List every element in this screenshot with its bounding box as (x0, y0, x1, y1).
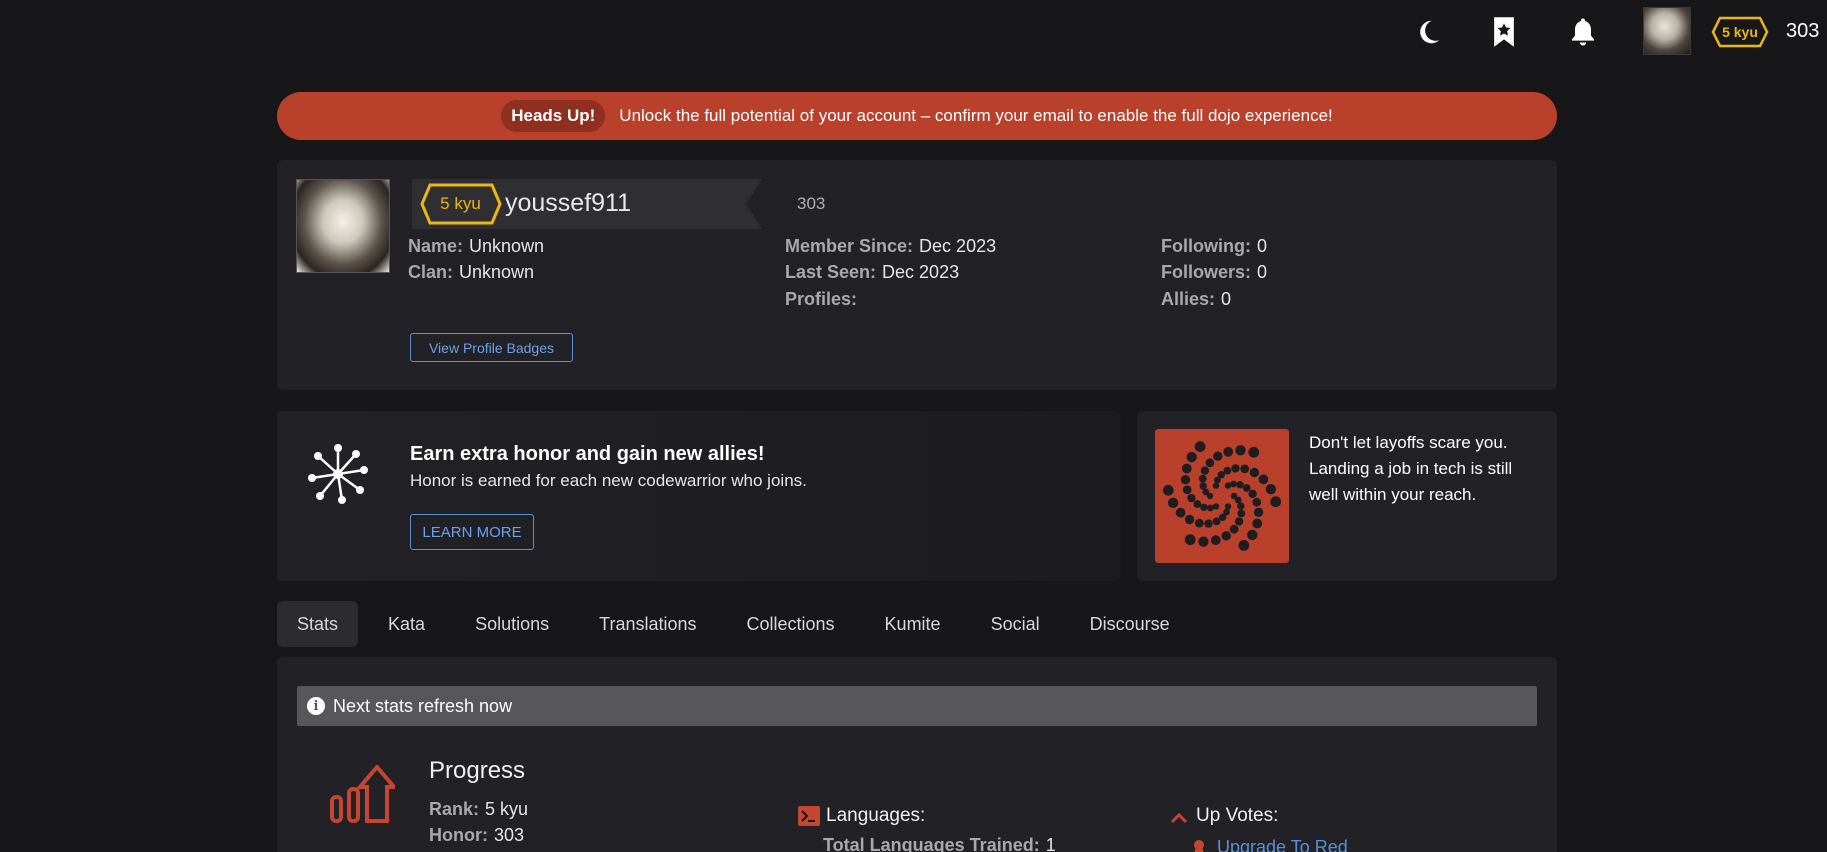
email-confirm-banner: Heads Up! Unlock the full potential of y… (277, 92, 1557, 140)
profile-tabs: Stats Kata Solutions Translations Collec… (277, 601, 1200, 647)
last-seen-stat: Last Seen: Dec 2023 (785, 262, 960, 282)
bell-icon[interactable] (1565, 14, 1601, 50)
honor-count: 303 (1786, 20, 1820, 42)
referral-subtitle: Honor is earned for each new codewarrior… (410, 471, 807, 490)
profile-rank-label: 5 kyu (440, 194, 481, 213)
moon-icon[interactable] (1410, 14, 1446, 50)
profile-avatar (296, 179, 390, 273)
tab-translations[interactable]: Translations (579, 601, 716, 647)
allies-stat: Allies: 0 (1161, 289, 1232, 309)
referral-card: Earn extra honor and gain new allies! Ho… (277, 411, 1121, 581)
rank-badge-label: 5 kyu (1722, 24, 1758, 40)
top-bar: 5 kyu 303 (0, 0, 1827, 66)
member-since-stat: Member Since: Dec 2023 (785, 236, 997, 256)
username: youssef911 (505, 189, 632, 217)
award-icon (1192, 839, 1206, 852)
profiles-stat: Profiles: (785, 289, 858, 309)
user-avatar[interactable] (1643, 7, 1691, 55)
info-icon: i (307, 697, 325, 715)
stats-panel: i Next stats refresh now Progress Rank: 5… (277, 657, 1557, 852)
network-icon (306, 442, 370, 506)
followers-stat: Followers: 0 (1161, 262, 1268, 282)
tab-discourse[interactable]: Discourse (1070, 601, 1190, 647)
profile-honor: 303 (797, 194, 826, 213)
bookmark-star-icon[interactable] (1486, 14, 1522, 50)
clan-stat: Clan: Unknown (408, 262, 535, 282)
chevron-up-icon (1170, 809, 1188, 824)
tab-kumite[interactable]: Kumite (865, 601, 961, 647)
tab-kata[interactable]: Kata (368, 601, 445, 647)
tab-solutions[interactable]: Solutions (455, 601, 569, 647)
honor-stat: Honor: 303 (429, 825, 525, 845)
upgrade-row: Upgrade To Red (1192, 837, 1348, 852)
tab-stats[interactable]: Stats (277, 601, 359, 647)
stats-refresh-notice: i Next stats refresh now (297, 686, 1537, 726)
languages-trained-stat: Total Languages Trained: 1 (823, 835, 1056, 852)
view-profile-badges-button[interactable]: View Profile Badges (410, 333, 573, 362)
spiral-logo-icon (1155, 429, 1289, 563)
stats-refresh-text: Next stats refresh now (333, 695, 513, 716)
alert-message: Unlock the full potential of your accoun… (619, 106, 1333, 125)
languages-title: Languages: (826, 805, 926, 826)
referral-title: Earn extra honor and gain new allies! (410, 443, 765, 465)
sponsor-ad-card[interactable]: Don't let layoffs scare you. Landing a j… (1137, 411, 1557, 581)
heads-up-pill: Heads Up! (501, 100, 606, 132)
progress-chart-icon (329, 763, 399, 825)
name-stat: Name: Unknown (408, 236, 545, 256)
tab-collections[interactable]: Collections (727, 601, 855, 647)
ad-text: Don't let layoffs scare you. Landing a j… (1309, 433, 1513, 504)
upgrade-to-red-link[interactable]: Upgrade To Red (1217, 837, 1348, 852)
rank-badge[interactable]: 5 kyu (1711, 16, 1769, 48)
upvotes-title: Up Votes: (1196, 805, 1279, 826)
rank-stat: Rank: 5 kyu (429, 799, 529, 819)
learn-more-button[interactable]: LEARN MORE (410, 514, 534, 550)
profile-card: 5 kyu youssef911 303 Name: Unknown Clan: U… (277, 160, 1557, 390)
languages-section: Languages: (798, 805, 925, 827)
upvotes-section: Up Votes: (1170, 805, 1278, 827)
progress-title: Progress (429, 757, 526, 784)
terminal-icon (798, 806, 820, 826)
following-stat: Following: 0 (1161, 236, 1267, 256)
tab-social[interactable]: Social (971, 601, 1060, 647)
username-banner: 5 kyu youssef911 (412, 179, 782, 229)
